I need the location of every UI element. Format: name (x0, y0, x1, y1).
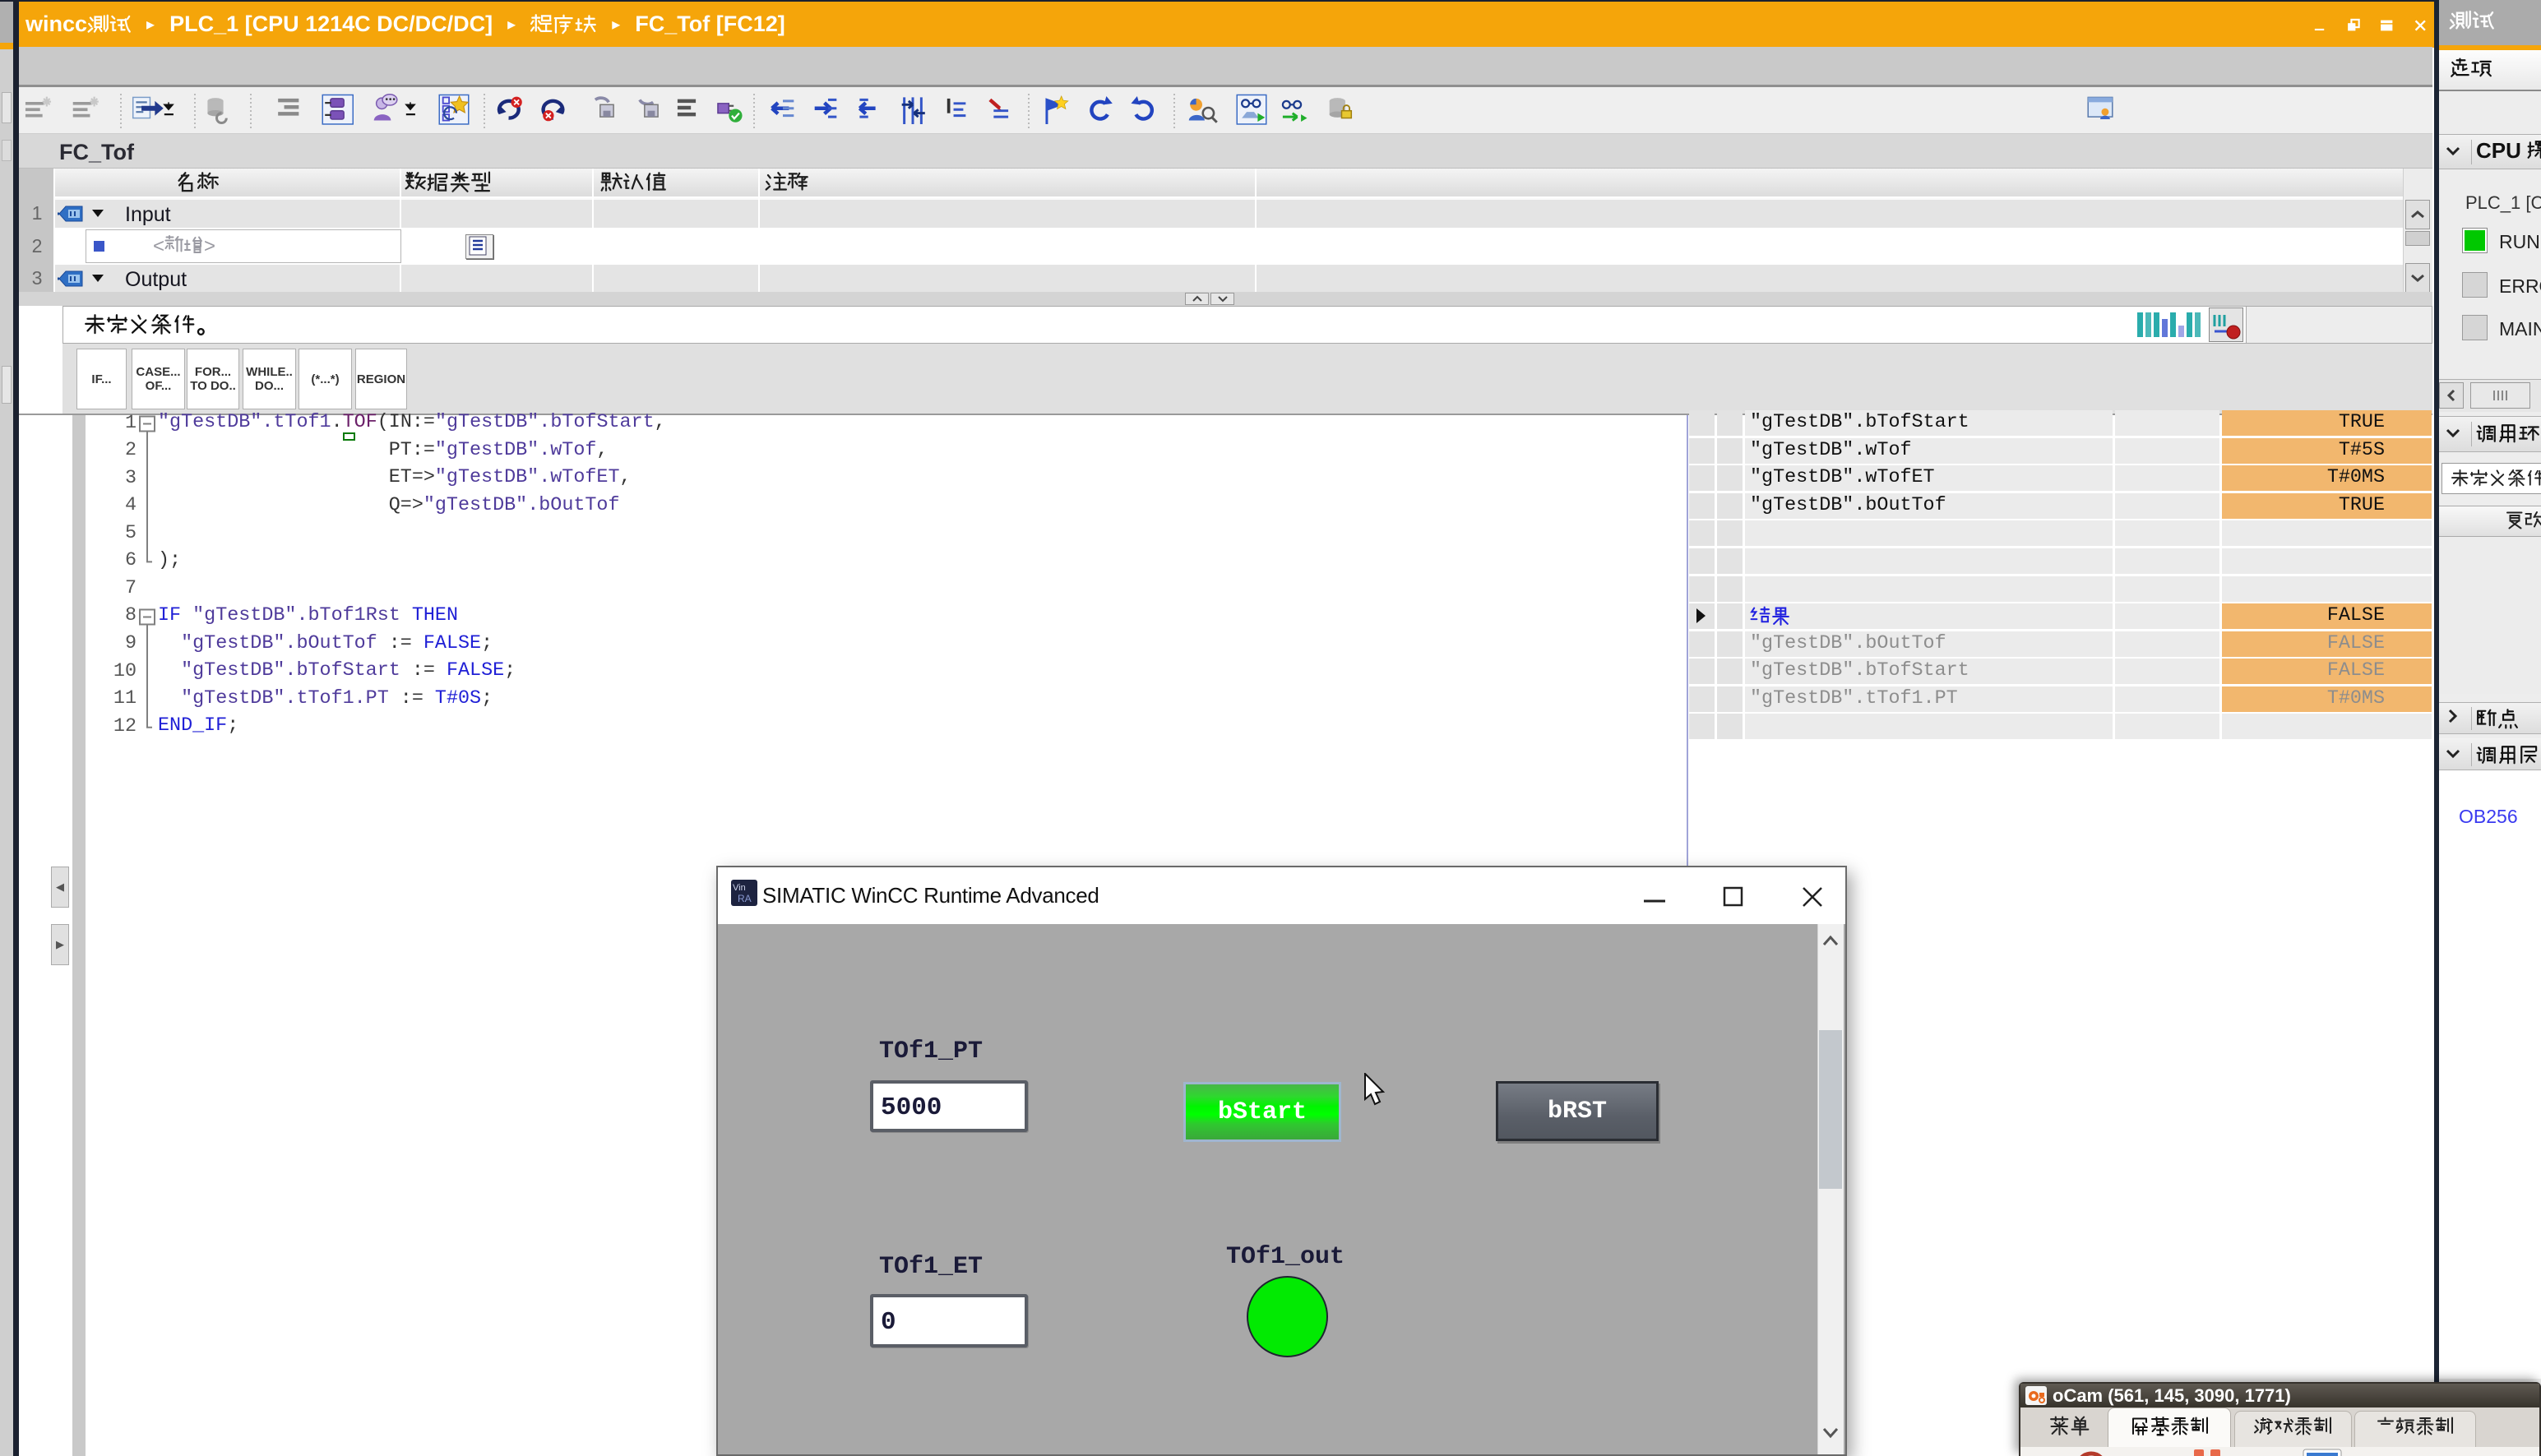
svg-text:Vin: Vin (733, 883, 746, 893)
svg-text:RA: RA (738, 893, 752, 904)
